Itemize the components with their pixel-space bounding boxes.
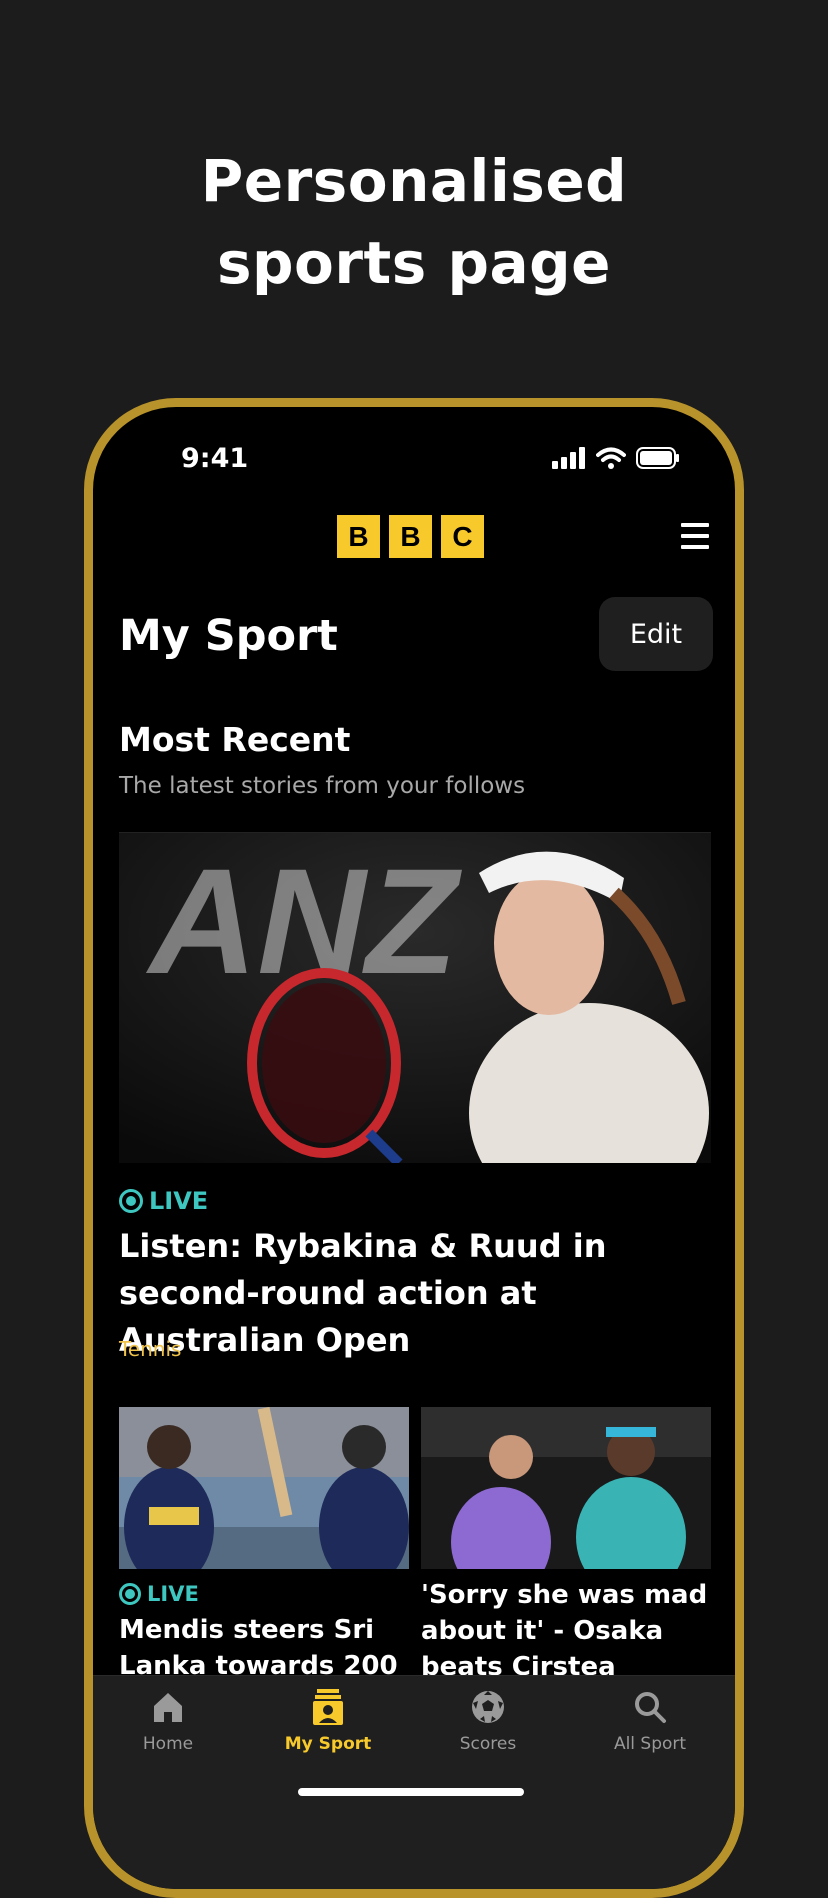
card-headline[interactable]: 'Sorry she was mad about it' - Osaka bea…: [421, 1577, 711, 1685]
card-headline[interactable]: Mendis steers Sri Lanka towards 200: [119, 1612, 409, 1684]
tab-scores[interactable]: Scores: [413, 1686, 563, 1754]
tab-bar: Home My Sport Scores All Sport: [93, 1675, 735, 1889]
live-badge: LIVE: [119, 1582, 199, 1606]
live-label: LIVE: [149, 1187, 209, 1215]
section-subtitle: The latest stories from your follows: [119, 773, 526, 799]
tab-my-sport[interactable]: My Sport: [253, 1686, 403, 1754]
card-image[interactable]: [421, 1407, 711, 1569]
live-icon: [119, 1583, 141, 1605]
lead-story-image[interactable]: ANZ: [119, 833, 711, 1163]
lead-story-tag[interactable]: Tennis: [119, 1337, 181, 1361]
home-icon: [154, 1693, 182, 1722]
wifi-icon: [596, 447, 626, 469]
promo-title-line2: sports page: [217, 229, 611, 297]
logo-letter: B: [389, 515, 432, 558]
tab-home[interactable]: Home: [93, 1686, 243, 1754]
my-sport-icon: [313, 1689, 343, 1725]
lead-story-headline[interactable]: Listen: Rybakina & Ruud in second-round …: [119, 1223, 719, 1364]
logo-letter: B: [337, 515, 380, 558]
tab-label: Home: [142, 1734, 194, 1754]
section-title: Most Recent: [119, 720, 351, 759]
battery-icon: [636, 447, 679, 469]
status-bar: 9:41: [93, 407, 735, 477]
tab-label: Scores: [459, 1734, 517, 1754]
home-indicator[interactable]: [298, 1788, 524, 1796]
live-label: LIVE: [147, 1582, 199, 1606]
status-time: 9:41: [181, 443, 249, 474]
app-header: B B C: [93, 515, 735, 561]
bbc-logo[interactable]: B B C: [337, 515, 484, 558]
signal-icon: [552, 447, 585, 469]
edit-button[interactable]: Edit: [599, 597, 713, 671]
live-icon: [119, 1189, 143, 1213]
tab-all-sport[interactable]: All Sport: [575, 1686, 725, 1754]
promo-title: Personalised sports page: [0, 140, 828, 304]
live-badge: LIVE: [119, 1187, 208, 1215]
tab-label: All Sport: [613, 1734, 687, 1754]
menu-icon[interactable]: [681, 523, 709, 549]
promo-title-line1: Personalised: [200, 147, 628, 215]
status-icons: [552, 447, 680, 469]
logo-letter: C: [441, 515, 484, 558]
card-image[interactable]: [119, 1407, 409, 1569]
football-icon: [472, 1691, 504, 1723]
search-icon: [635, 1692, 666, 1723]
page-title: My Sport: [119, 611, 338, 661]
phone-frame: 9:41 B B C My Sport Edit Most Recent The…: [84, 398, 744, 1898]
tab-label: My Sport: [284, 1734, 372, 1754]
